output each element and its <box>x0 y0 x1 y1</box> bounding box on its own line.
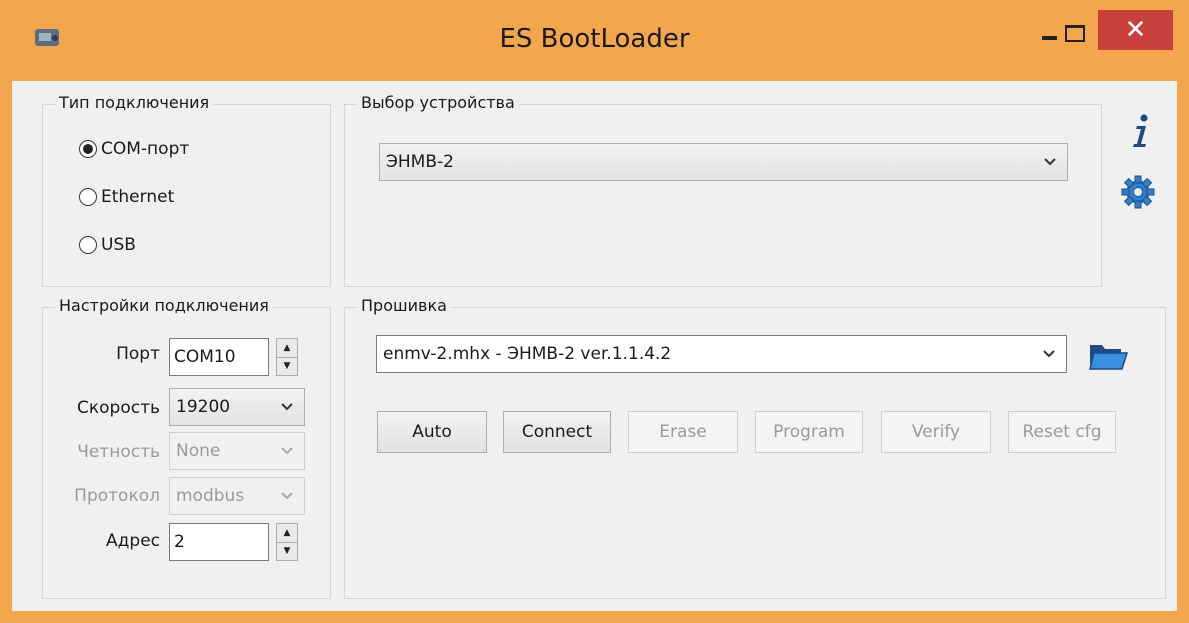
radio-usb[interactable]: USB <box>79 232 136 258</box>
port-field[interactable]: COM10 <box>169 338 269 376</box>
radio-ethernet[interactable]: Ethernet <box>79 184 174 210</box>
radio-label: USB <box>101 235 136 255</box>
firmware-label: Прошивка <box>357 296 451 315</box>
spinner-up-icon[interactable]: ▲ <box>277 339 297 358</box>
folder-open-icon[interactable] <box>1088 341 1128 371</box>
chevron-down-icon <box>281 447 293 455</box>
chevron-down-icon <box>281 403 293 411</box>
connection-settings-label: Настройки подключения <box>55 296 273 315</box>
client-area: Тип подключения COM-порт Ethernet USB Вы… <box>12 81 1177 611</box>
device-select-group: Выбор устройства ЭНМВ-2 <box>344 93 1102 287</box>
auto-button[interactable]: Auto <box>377 411 487 453</box>
protocol-value: modbus <box>176 486 245 506</box>
chevron-down-icon <box>1043 350 1055 358</box>
chevron-down-icon <box>281 492 293 500</box>
spinner-down-icon[interactable]: ▼ <box>277 542 297 560</box>
device-select-dropdown[interactable]: ЭНМВ-2 <box>379 143 1068 181</box>
app-window: ES BootLoader ✕ Тип подключения COM-порт… <box>0 0 1189 623</box>
radio-label: Ethernet <box>101 187 175 207</box>
window-title: ES BootLoader <box>499 24 690 54</box>
spinner-up-icon[interactable]: ▲ <box>277 524 297 543</box>
connection-type-group: Тип подключения COM-порт Ethernet USB <box>42 93 331 287</box>
verify-button[interactable]: Verify <box>881 411 991 453</box>
gear-icon[interactable] <box>1121 175 1155 209</box>
program-button[interactable]: Program <box>755 411 863 453</box>
radio-com-port[interactable]: COM-порт <box>79 136 189 162</box>
device-select-value: ЭНМВ-2 <box>386 152 454 172</box>
speed-value: 19200 <box>176 397 231 417</box>
spinner-down-icon[interactable]: ▼ <box>277 357 297 375</box>
radio-indicator[interactable] <box>79 236 97 254</box>
port-spinner[interactable]: ▲ ▼ <box>276 338 298 376</box>
firmware-file-value: enmv-2.mhx - ЭНМВ-2 ver.1.1.4.2 <box>383 344 672 364</box>
title-bar: ES BootLoader ✕ <box>0 0 1189 80</box>
maximize-button[interactable] <box>1056 14 1096 48</box>
parity-label: Четность <box>77 442 160 462</box>
parity-dropdown[interactable]: None <box>169 432 305 470</box>
address-label: Адрес <box>106 531 160 551</box>
address-field[interactable]: 2 <box>169 523 269 561</box>
speed-dropdown[interactable]: 19200 <box>169 388 305 426</box>
chevron-down-icon <box>1044 158 1056 166</box>
radio-indicator[interactable] <box>79 140 97 158</box>
firmware-file-dropdown[interactable]: enmv-2.mhx - ЭНМВ-2 ver.1.1.4.2 <box>376 335 1067 373</box>
radio-indicator[interactable] <box>79 188 97 206</box>
erase-button[interactable]: Erase <box>628 411 738 453</box>
radio-label: COM-порт <box>101 139 190 159</box>
reset-cfg-button[interactable]: Reset cfg <box>1008 411 1116 453</box>
speed-label: Скорость <box>77 398 160 418</box>
address-spinner[interactable]: ▲ ▼ <box>276 523 298 561</box>
parity-value: None <box>176 441 221 461</box>
device-select-label: Выбор устройства <box>357 93 519 112</box>
protocol-label: Протокол <box>74 486 160 506</box>
info-icon[interactable] <box>1125 112 1155 152</box>
port-label: Порт <box>116 344 160 364</box>
protocol-dropdown[interactable]: modbus <box>169 477 305 515</box>
connect-button[interactable]: Connect <box>503 411 611 453</box>
connection-type-label: Тип подключения <box>55 93 214 112</box>
close-button[interactable]: ✕ <box>1098 10 1173 50</box>
close-icon: ✕ <box>1124 15 1147 45</box>
